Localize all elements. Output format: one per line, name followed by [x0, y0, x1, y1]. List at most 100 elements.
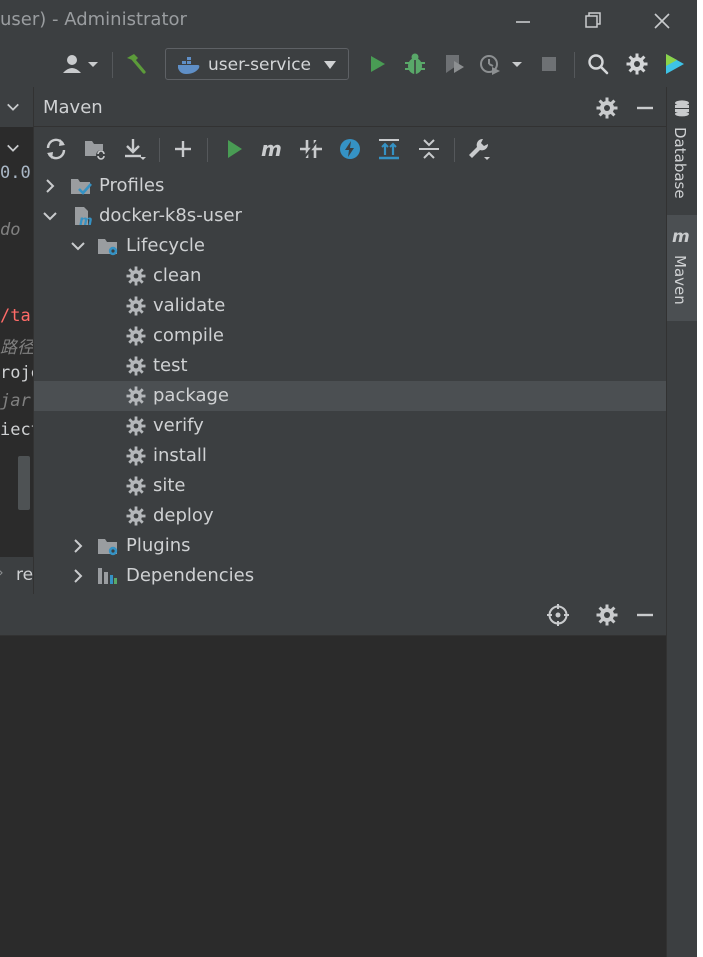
tree-label: verify — [153, 415, 204, 436]
tree-label: site — [153, 475, 186, 496]
toolbar-separator — [207, 138, 208, 162]
phase-gear-icon — [126, 416, 146, 436]
phase-gear-icon — [126, 356, 146, 376]
chevron-down-icon[interactable] — [6, 100, 20, 114]
execute-maven-goal-icon[interactable]: m — [258, 135, 286, 163]
tree-label: install — [153, 445, 207, 466]
tree-label: docker-k8s-user — [99, 205, 242, 226]
phase-gear-icon — [126, 386, 146, 406]
settings-gear-icon[interactable] — [624, 51, 650, 77]
svg-text:m: m — [672, 227, 690, 245]
code-line: jar — [0, 391, 31, 411]
tree-label: package — [153, 385, 229, 406]
database-icon — [675, 100, 689, 117]
title-bar: user) - Administrator — [0, 0, 697, 42]
database-tool-tab[interactable]: Database — [667, 95, 698, 211]
settings-gear-icon[interactable] — [595, 96, 619, 120]
run-configuration-label: user-service — [208, 55, 312, 75]
tree-label: Dependencies — [126, 565, 255, 586]
lifecycle-phase-clean[interactable]: clean — [34, 261, 666, 291]
tree-node-profiles[interactable]: Profiles — [34, 171, 666, 201]
run-with-coverage-icon[interactable] — [441, 51, 467, 77]
tree-label: clean — [153, 265, 202, 286]
toolbar-separator — [454, 138, 455, 162]
bottom-tool-window — [0, 594, 666, 957]
editor-strip: 0.0 do /tar 路径 roje jar iect › re — [0, 87, 34, 594]
dependencies-library-icon — [98, 568, 117, 584]
lifecycle-phase-test[interactable]: test — [34, 351, 666, 381]
user-account-icon[interactable] — [60, 51, 102, 77]
phase-gear-icon — [126, 326, 146, 346]
reload-icon[interactable] — [42, 135, 70, 163]
docker-icon — [178, 57, 200, 74]
plugins-folder-icon — [98, 539, 118, 556]
maven-project-icon: m — [75, 207, 93, 226]
bottom-panel-header — [0, 594, 666, 636]
tree-label: validate — [153, 295, 226, 316]
minimize-panel-icon[interactable] — [633, 603, 657, 627]
lifecycle-phase-verify[interactable]: verify — [34, 411, 666, 441]
lifecycle-phase-package[interactable]: package — [34, 381, 666, 411]
show-dependencies-icon[interactable] — [375, 135, 403, 163]
fold-chevron-icon[interactable] — [6, 141, 20, 155]
tree-node-plugins[interactable]: Plugins — [34, 531, 666, 561]
profiler-icon[interactable] — [478, 51, 526, 77]
maven-tool-tab[interactable]: m Maven — [667, 215, 698, 321]
chevron-right-icon[interactable] — [70, 538, 86, 554]
toolbar-separator — [112, 52, 113, 78]
wrench-settings-icon[interactable] — [465, 135, 493, 163]
tree-node-project[interactable]: m docker-k8s-user — [34, 201, 666, 231]
tree-node-lifecycle[interactable]: Lifecycle — [34, 231, 666, 261]
toolbar-separator — [574, 52, 575, 78]
code-line: 路径 — [0, 338, 34, 358]
tree-node-dependencies[interactable]: Dependencies — [34, 561, 666, 591]
run-configuration-selector[interactable]: user-service — [165, 48, 349, 80]
maven-project-tree: Profiles m docker-k8s-user Lifecycle cle… — [34, 171, 666, 594]
lifecycle-folder-icon — [98, 239, 118, 256]
chevron-down-icon[interactable] — [70, 238, 86, 254]
run-icon[interactable] — [364, 51, 390, 77]
maven-toolbar: m — [34, 127, 666, 171]
restore-button[interactable] — [578, 8, 606, 34]
debug-bug-icon[interactable] — [402, 51, 428, 77]
database-tab-label: Database — [671, 127, 689, 199]
tree-label: Lifecycle — [126, 235, 205, 256]
minimize-button[interactable] — [509, 8, 537, 34]
maven-header: Maven — [34, 87, 666, 127]
lifecycle-phase-site[interactable]: site — [34, 471, 666, 501]
download-sources-icon[interactable] — [120, 135, 148, 163]
minimize-panel-icon[interactable] — [633, 96, 657, 120]
search-icon[interactable] — [585, 51, 611, 77]
breadcrumb-arrow-icon: › — [0, 565, 4, 581]
breadcrumb[interactable]: re — [16, 565, 33, 585]
editor-scrollbar-thumb[interactable] — [18, 456, 30, 510]
lifecycle-phase-compile[interactable]: compile — [34, 321, 666, 351]
stop-icon[interactable] — [536, 51, 562, 77]
run-maven-build-icon[interactable] — [220, 135, 248, 163]
collapse-all-icon[interactable] — [415, 135, 443, 163]
generate-sources-folder-icon[interactable] — [81, 135, 109, 163]
maven-tool-window: Maven m Profiles m docker-k8s-user Lifec… — [34, 87, 666, 594]
settings-gear-icon[interactable] — [595, 603, 619, 627]
build-hammer-icon[interactable] — [122, 51, 148, 77]
chevron-down-icon — [324, 61, 336, 69]
chevron-down-icon[interactable] — [42, 208, 58, 224]
toggle-offline-mode-icon[interactable] — [297, 135, 325, 163]
tree-label: Plugins — [126, 535, 191, 556]
phase-gear-icon — [126, 446, 146, 466]
skip-tests-icon[interactable] — [336, 135, 364, 163]
editor-header — [0, 87, 33, 127]
lifecycle-phase-validate[interactable]: validate — [34, 291, 666, 321]
code-with-me-icon[interactable] — [662, 51, 688, 77]
add-project-icon[interactable] — [169, 135, 197, 163]
code-line: do — [0, 220, 21, 240]
chevron-right-icon[interactable] — [70, 568, 86, 584]
phase-gear-icon — [126, 296, 146, 316]
lifecycle-phase-deploy[interactable]: deploy — [34, 501, 666, 531]
locate-target-icon[interactable] — [546, 603, 570, 627]
chevron-right-icon[interactable] — [42, 178, 58, 194]
svg-text:m: m — [79, 214, 93, 226]
close-button[interactable] — [648, 8, 676, 34]
right-tool-strip: Database m Maven — [666, 87, 698, 957]
lifecycle-phase-install[interactable]: install — [34, 441, 666, 471]
